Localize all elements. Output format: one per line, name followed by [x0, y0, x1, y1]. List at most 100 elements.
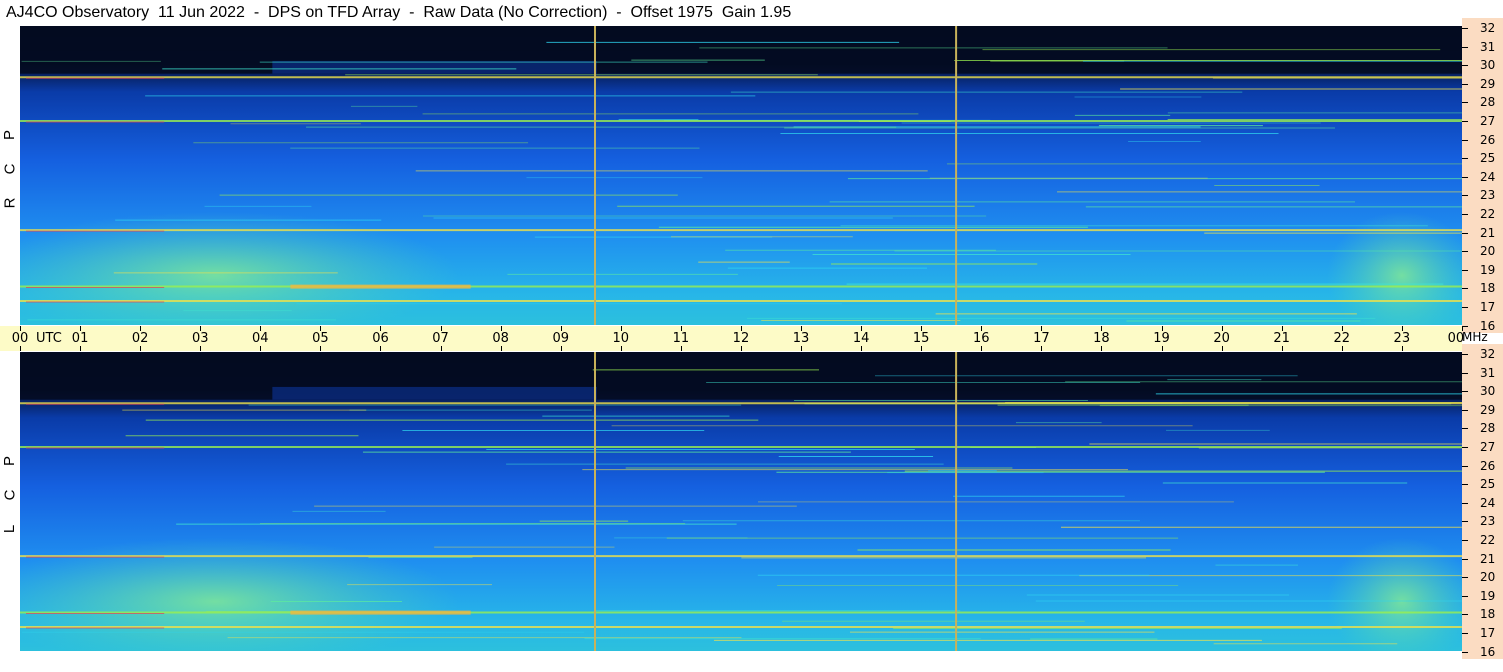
freq-tick: [1462, 651, 1468, 653]
freq-tick: [1462, 288, 1468, 290]
time-tick: [200, 346, 202, 351]
freq-tick: [1462, 465, 1468, 467]
freq-tick-label: 31: [1480, 365, 1496, 380]
time-tick: [560, 346, 562, 351]
time-axis: 00 01 02 03 04 05 06 07 08 09 10 11 12 13 14 15 16 17 18 19…: [0, 326, 1464, 351]
time-tick: [1041, 346, 1043, 351]
time-tick: [861, 346, 863, 351]
freq-tick-label: 31: [1480, 39, 1496, 54]
freq-tick: [1462, 391, 1468, 393]
freq-tick: [1462, 195, 1468, 197]
warm-band: [290, 610, 471, 615]
time-tick: [380, 346, 382, 351]
freq-tick-label: 30: [1480, 384, 1496, 399]
time-tick-label: 23: [1393, 331, 1411, 346]
lcp-spectrogram-svg: [20, 352, 1462, 651]
freq-tick: [1462, 447, 1468, 448]
time-tick-label: 04: [252, 331, 269, 346]
freq-tick: [1462, 354, 1468, 355]
time-tick-label: 15: [912, 331, 930, 346]
time-tick-label: 22: [1333, 331, 1351, 346]
time-tick-label: 11: [672, 331, 690, 346]
time-tick: [1101, 346, 1103, 351]
time-tick-label: 14: [852, 331, 870, 346]
time-tick-label: 08: [492, 331, 509, 346]
freq-tick-label: 30: [1480, 58, 1496, 73]
freq-tick-label: 20: [1480, 244, 1496, 259]
time-tick: [740, 346, 742, 351]
freq-tick-label: 17: [1480, 300, 1496, 314]
time-tick: [1281, 346, 1283, 351]
time-tick-label: 13: [792, 331, 810, 346]
freq-tick: [1462, 428, 1468, 430]
freq-tick-label: 29: [1480, 402, 1496, 417]
freq-tick: [1462, 83, 1468, 85]
time-tick: [1401, 346, 1403, 351]
freq-tick: [1462, 65, 1468, 67]
freq-tick-label: 27: [1480, 440, 1496, 454]
time-tick-label: 06: [372, 331, 389, 346]
freq-tick: [1462, 121, 1468, 122]
freq-tick-label: 23: [1480, 188, 1496, 203]
rcp-frequency-axis: 32 31 30 29 28 27 26 25 24 23 22 21 20 19 18 17 16: [1462, 18, 1503, 333]
freq-tick-label: 21: [1480, 225, 1496, 240]
freq-tick-label: 25: [1480, 151, 1496, 166]
time-tick: [440, 346, 442, 351]
freq-tick: [1462, 139, 1468, 141]
freq-tick-label: 28: [1480, 421, 1496, 436]
freq-tick: [1462, 269, 1468, 271]
time-tick: [801, 346, 803, 351]
freq-tick: [1462, 577, 1468, 579]
freq-tick: [1462, 521, 1468, 523]
freq-tick: [1462, 251, 1468, 253]
time-tick: [1161, 346, 1163, 351]
freq-tick-label: 32: [1480, 347, 1496, 361]
time-tick-label: 17: [1033, 331, 1050, 346]
time-tick: [1221, 346, 1223, 351]
freq-tick-label: 24: [1480, 495, 1496, 510]
freq-tick-label: 19: [1480, 262, 1496, 277]
time-tick-label: 20: [1213, 331, 1230, 346]
freq-tick-label: 24: [1480, 169, 1496, 184]
time-tick: [1341, 346, 1343, 351]
rcp-spectrogram-svg: [20, 26, 1462, 325]
lcp-frequency-axis: 32 31 30 29 28 27 26 25 24 23 22 21 20 19 18 17 16: [1462, 344, 1503, 659]
time-tick: [260, 346, 262, 351]
daytime-band-region: [272, 386, 597, 400]
time-tick-label: 07: [432, 331, 449, 346]
chart-title: AJ4CO Observatory 11 Jun 2022 - DPS on T…: [6, 4, 792, 21]
time-tick-label: 10: [612, 331, 630, 346]
time-tick-label: 05: [312, 331, 329, 346]
freq-tick-label: 23: [1480, 514, 1496, 529]
freq-tick-label: 27: [1480, 114, 1496, 128]
freq-tick: [1462, 46, 1468, 48]
time-tick-label: 16: [972, 331, 990, 346]
freq-tick-label: 21: [1480, 551, 1496, 566]
rcp-spectrogram: [20, 26, 1462, 325]
freq-tick: [1462, 307, 1468, 308]
freq-tick-label: 17: [1480, 626, 1496, 640]
lcp-spectrogram: [20, 352, 1462, 651]
time-tick-label: 09: [552, 331, 569, 346]
freq-tick-label: 19: [1480, 588, 1496, 603]
time-tick-label: 12: [732, 331, 750, 346]
freq-tick: [1462, 409, 1468, 411]
freq-tick: [1462, 633, 1468, 634]
time-tick: [500, 346, 502, 351]
time-tick: [620, 346, 622, 351]
daytime-band-region: [272, 60, 597, 74]
freq-tick: [1462, 502, 1468, 504]
freq-tick-label: 32: [1480, 21, 1496, 35]
freq-tick-label: 16: [1480, 644, 1496, 659]
time-tick-label: 01: [71, 331, 89, 346]
freq-tick-label: 18: [1480, 281, 1496, 296]
time-tick: [921, 346, 923, 351]
freq-tick: [1462, 540, 1468, 541]
freq-tick: [1462, 372, 1468, 374]
freq-tick: [1462, 158, 1468, 160]
freq-tick-label: 28: [1480, 95, 1496, 110]
rcp-panel-label: RCP: [0, 118, 20, 220]
freq-tick: [1462, 28, 1468, 29]
freq-tick-label: 29: [1480, 76, 1496, 91]
time-tick: [80, 346, 82, 351]
